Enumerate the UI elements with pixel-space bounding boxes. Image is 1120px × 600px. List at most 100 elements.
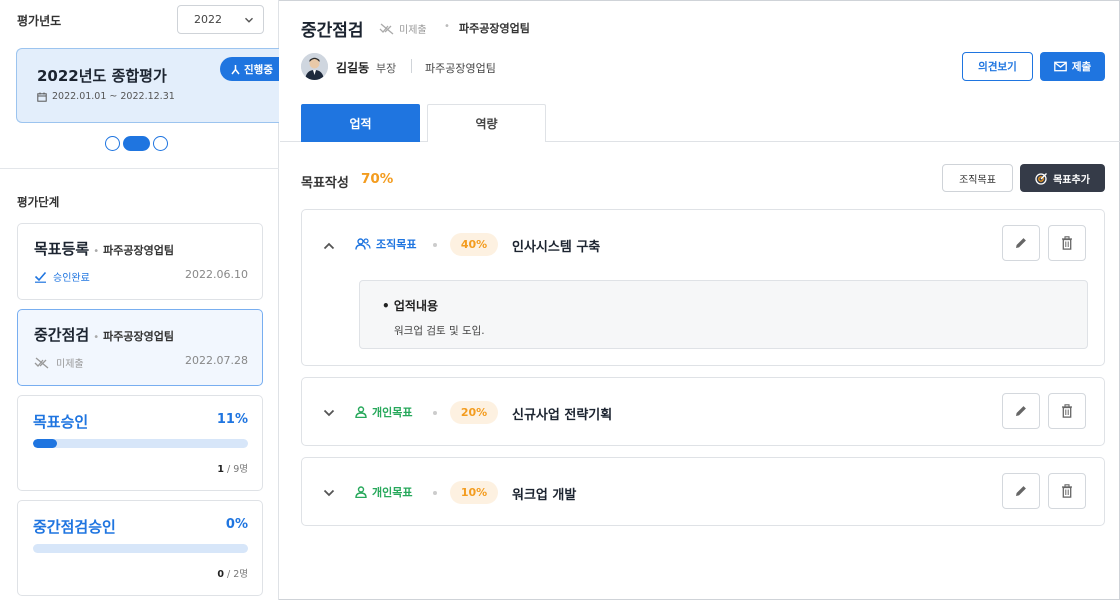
page-title: 중간점검 bbox=[301, 21, 364, 41]
view-opinion-button[interactable]: 의견보기 bbox=[962, 52, 1033, 81]
edit-button[interactable] bbox=[1002, 225, 1040, 261]
delete-button[interactable] bbox=[1048, 225, 1086, 261]
stage-status: 승인완료 bbox=[34, 269, 90, 284]
stage-team: 파주공장영업팀 bbox=[103, 330, 174, 343]
progress-count: 1 / 9명 bbox=[217, 461, 248, 475]
evaluation-period-text: 2022.01.01 ~ 2022.12.31 bbox=[52, 91, 175, 102]
stage-date: 2022.06.10 bbox=[185, 268, 248, 281]
year-select[interactable]: 2022 bbox=[177, 5, 264, 34]
org-goal-button[interactable]: 조직목표 bbox=[942, 164, 1013, 192]
in-progress-badge: 진행중 bbox=[220, 57, 279, 81]
detail-body: 워크업 검토 및 도입. bbox=[394, 325, 485, 337]
chevron-down-icon[interactable] bbox=[322, 406, 336, 420]
sidebar: 평가년도 2022 2022년도 종합평가 2022.01.01 ~ 2022.… bbox=[0, 0, 279, 600]
group-icon bbox=[355, 238, 371, 250]
chevron-down-icon bbox=[245, 17, 253, 23]
detail-title: • 업적내용 bbox=[382, 299, 439, 313]
edit-button[interactable] bbox=[1002, 473, 1040, 509]
check-icon bbox=[34, 271, 47, 283]
separator-dot: • bbox=[93, 332, 100, 343]
submit-label: 제출 bbox=[1071, 61, 1092, 73]
progress-total: / 2명 bbox=[223, 569, 248, 580]
person-icon bbox=[355, 486, 367, 498]
stage-card-midterm-review[interactable]: 중간점검 • 파주공장영업팀 미제출 2022.07.28 bbox=[17, 309, 263, 386]
progress-percent: 11% bbox=[216, 412, 248, 427]
avatar bbox=[301, 53, 328, 80]
stage-status: 미제출 bbox=[34, 355, 84, 370]
carousel-dots bbox=[105, 136, 168, 151]
user-team: 파주공장영업팀 bbox=[425, 62, 496, 75]
evaluation-title: 2022년도 종합평가 bbox=[37, 67, 167, 85]
goal-type-label: 개인목표 bbox=[372, 406, 413, 419]
progress-bar-fill bbox=[33, 439, 57, 448]
stage-date: 2022.07.28 bbox=[185, 354, 248, 367]
goal-detail: • 업적내용 워크업 검토 및 도입. bbox=[359, 280, 1088, 349]
stage-name-row: 목표등록 • 파주공장영업팀 bbox=[34, 238, 174, 259]
pencil-icon bbox=[1016, 238, 1026, 248]
trash-icon bbox=[1062, 404, 1072, 418]
tab-competency[interactable]: 역량 bbox=[427, 104, 546, 142]
stage-team: 파주공장영업팀 bbox=[103, 244, 174, 257]
add-goal-button[interactable]: 목표추가 bbox=[1020, 164, 1105, 192]
goal-title: 신규사업 전략기획 bbox=[512, 408, 613, 423]
goal-writing-percent: 70% bbox=[361, 171, 394, 187]
delete-button[interactable] bbox=[1048, 393, 1086, 429]
header-status: 미제출 bbox=[379, 21, 427, 36]
evaluation-card[interactable]: 2022년도 종합평가 2022.01.01 ~ 2022.12.31 진행중 bbox=[16, 48, 279, 123]
goal-type: 개인목표 bbox=[355, 484, 412, 500]
carousel-dot[interactable] bbox=[105, 136, 120, 151]
progress-name: 중간점검승인 bbox=[33, 518, 116, 536]
tab-achievement[interactable]: 업적 bbox=[301, 104, 420, 142]
goal-weight: 20% bbox=[450, 401, 498, 424]
not-submitted-icon bbox=[379, 23, 394, 34]
goal-type: 조직목표 bbox=[355, 236, 416, 252]
main-panel: 중간점검 미제출 • 파주공장영업팀 김길동 부장 파주공장영업팀 의견보기 제… bbox=[280, 0, 1120, 600]
detail-title-text: 업적내용 bbox=[393, 299, 439, 313]
year-select-value: 2022 bbox=[194, 13, 222, 26]
pencil-icon bbox=[1016, 486, 1026, 496]
goal-title: 인사시스템 구축 bbox=[512, 240, 601, 255]
progress-count: 0 / 2명 bbox=[217, 566, 248, 580]
progress-bar bbox=[33, 439, 248, 448]
stage-name-row: 중간점검 • 파주공장영업팀 bbox=[34, 324, 174, 345]
goal-type-label: 개인목표 bbox=[372, 486, 413, 499]
year-label: 평가년도 bbox=[17, 14, 62, 28]
person-icon bbox=[355, 406, 367, 418]
progress-percent: 0% bbox=[225, 517, 248, 532]
stage-name: 목표등록 bbox=[34, 240, 90, 258]
goal-weight: 40% bbox=[450, 233, 498, 256]
pencil-icon bbox=[1016, 406, 1026, 416]
progress-card-goal-approval[interactable]: 목표승인 11% 1 / 9명 bbox=[17, 395, 263, 491]
trash-icon bbox=[1062, 236, 1072, 250]
goal-title: 워크업 개발 bbox=[512, 488, 577, 503]
chevron-up-icon[interactable] bbox=[322, 239, 336, 253]
carousel-dot[interactable] bbox=[153, 136, 168, 151]
carousel-dot-active[interactable] bbox=[123, 136, 150, 151]
progress-name: 목표승인 bbox=[33, 413, 89, 431]
user-rank: 부장 bbox=[376, 62, 397, 75]
divider bbox=[411, 59, 412, 73]
stage-name: 중간점검 bbox=[34, 326, 90, 344]
user-name: 김길동 bbox=[336, 61, 370, 75]
submit-button[interactable]: 제출 bbox=[1040, 52, 1105, 81]
edit-button[interactable] bbox=[1002, 393, 1040, 429]
divider bbox=[0, 168, 279, 169]
progress-done: 0 bbox=[217, 569, 224, 580]
stage-status-label: 미제출 bbox=[56, 359, 84, 370]
stage-card-goal-registration[interactable]: 목표등록 • 파주공장영업팀 승인완료 2022.06.10 bbox=[17, 223, 263, 300]
stage-label: 평가단계 bbox=[17, 195, 60, 209]
stage-status-label: 승인완료 bbox=[53, 273, 90, 284]
delete-button[interactable] bbox=[1048, 473, 1086, 509]
progress-done: 1 bbox=[217, 464, 224, 475]
goal-weight: 10% bbox=[450, 481, 498, 504]
progress-card-midterm-approval[interactable]: 중간점검승인 0% 0 / 2명 bbox=[17, 500, 263, 596]
chevron-down-icon[interactable] bbox=[322, 486, 336, 500]
trash-icon bbox=[1062, 484, 1072, 498]
separator-dot: • bbox=[444, 21, 450, 32]
separator-dot bbox=[433, 243, 437, 247]
separator-dot: • bbox=[93, 246, 100, 257]
goal-card: 조직목표 40% 인사시스템 구축 • 업적내용 워크업 검토 및 도입. bbox=[301, 209, 1105, 366]
goal-card: 개인목표 20% 신규사업 전략기획 bbox=[301, 377, 1105, 446]
target-icon bbox=[1035, 172, 1048, 185]
goal-card: 개인목표 10% 워크업 개발 bbox=[301, 457, 1105, 526]
